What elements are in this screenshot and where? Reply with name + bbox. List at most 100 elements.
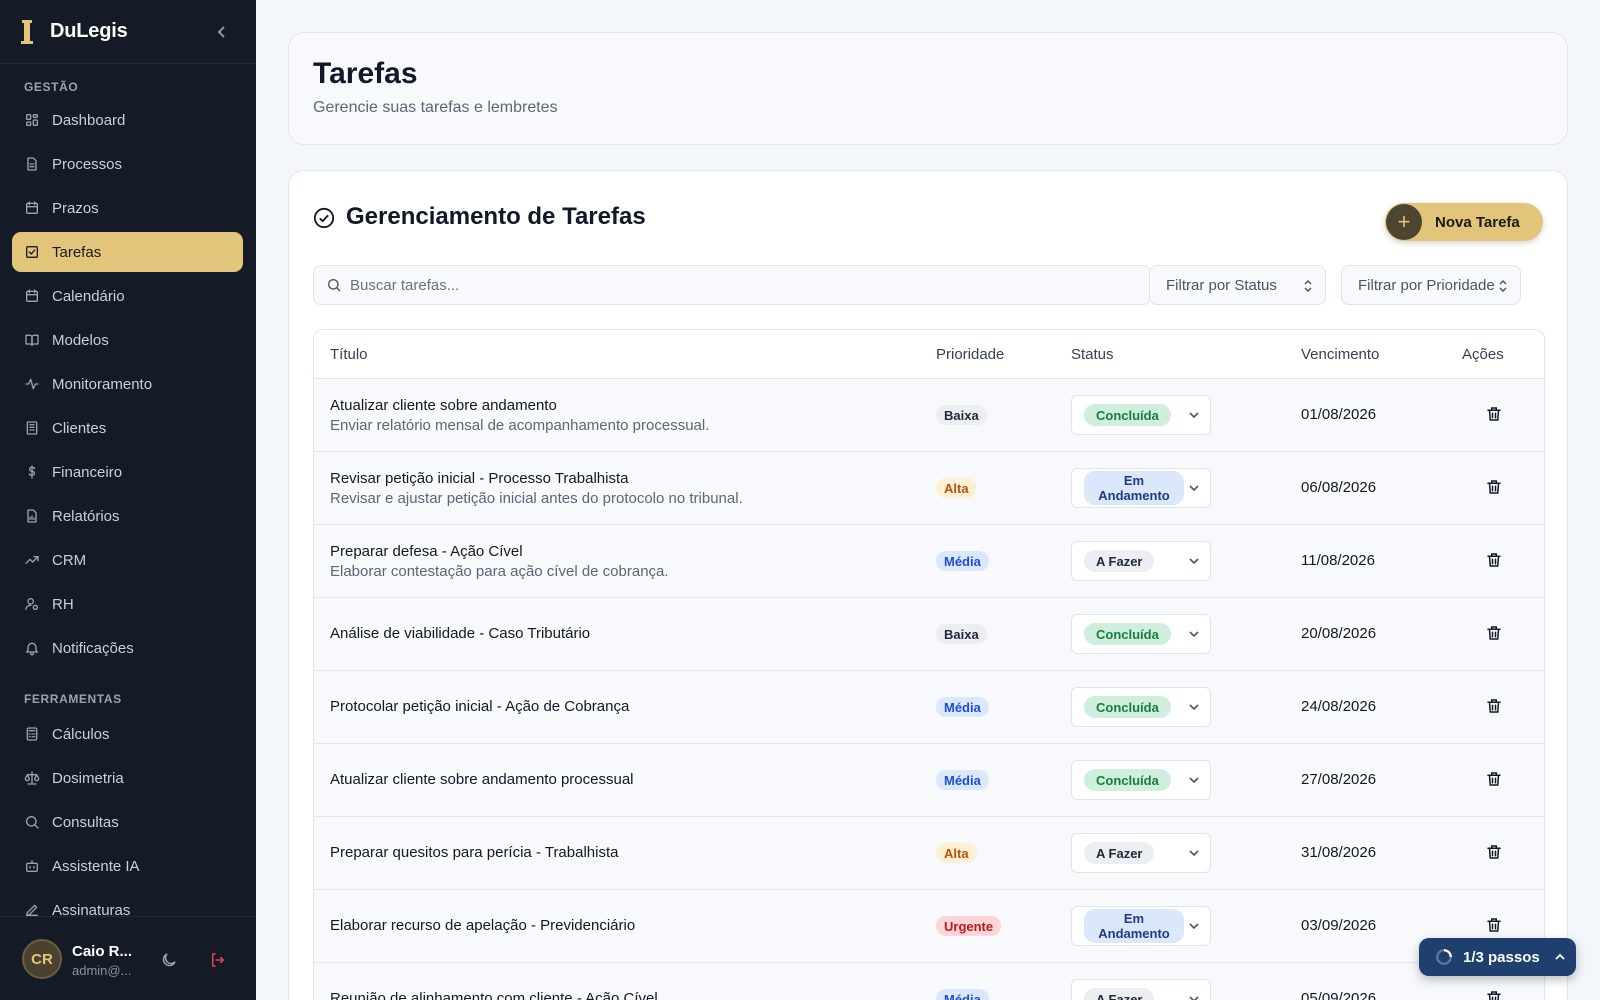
onboarding-progress-button[interactable]: 1/3 passos [1419,938,1576,976]
status-select[interactable]: Concluída [1071,687,1211,727]
table-row[interactable]: Análise de viabilidade - Caso Tributário… [314,598,1544,671]
table-row[interactable]: Atualizar cliente sobre andamento Enviar … [314,379,1544,452]
column-header-due[interactable]: Vencimento [1301,346,1379,363]
avatar[interactable]: CR [22,939,62,979]
dollar-icon [28,465,36,479]
search-icon [24,814,40,830]
sidebar-item-dashboard[interactable]: Dashboard [12,100,243,140]
chevron-down-icon [1189,412,1199,419]
table-row[interactable]: Atualizar cliente sobre andamento proces… [314,744,1544,817]
column-header-priority[interactable]: Prioridade [936,346,1004,363]
task-title: Elaborar recurso de apelação - Previdenc… [330,917,636,934]
sidebar-item-calculos[interactable]: Cálculos [12,714,243,754]
plus-icon: + [1386,204,1422,240]
new-task-button[interactable]: + Nova Tarefa [1385,203,1543,241]
due-date: 05/09/2026 [1301,990,1377,1000]
status-badge: Concluída [1084,623,1171,645]
trash-icon[interactable] [1485,770,1503,788]
sidebar-item-notificacoes[interactable]: Notificações [12,628,243,668]
trending-up-icon [25,556,39,564]
priority-badge: Baixa [936,405,987,425]
trash-icon[interactable] [1485,405,1503,423]
trash-icon[interactable] [1485,843,1503,861]
file-icon [24,156,40,172]
task-title: Atualizar cliente sobre andamento proces… [330,771,634,788]
user-cog-icon [25,598,38,610]
book-icon [25,334,39,346]
sidebar-item-modelos[interactable]: Modelos [12,320,243,360]
sidebar-item-relatorios[interactable]: Relatórios [12,496,243,536]
check-square-icon [26,246,38,258]
sidebar-item-tarefas[interactable]: Tarefas [12,232,243,272]
sidebar-item-clientes[interactable]: Clientes [12,408,243,448]
dashboard-icon [25,114,38,126]
status-select[interactable]: Em Andamento [1071,906,1211,946]
trash-icon[interactable] [1485,989,1503,1000]
due-date: 24/08/2026 [1301,698,1377,715]
page-title: Tarefas [313,57,418,90]
chevron-down-icon [1189,631,1199,638]
collapse-sidebar-button[interactable] [212,22,232,42]
trash-icon[interactable] [1485,551,1503,569]
table-row[interactable]: Protocolar petição inicial - Ação de Cob… [314,671,1544,744]
status-select[interactable]: Concluída [1071,614,1211,654]
sidebar-item-processos[interactable]: Processos [12,144,243,184]
building-icon [26,421,38,435]
search-icon [26,816,39,829]
chevron-down-icon [1189,850,1199,857]
sidebar-item-monitoramento[interactable]: Monitoramento [12,364,243,404]
column-header-title[interactable]: Título [330,346,368,363]
status-select[interactable]: Em Andamento [1071,468,1211,508]
sidebar-item-dosimetria[interactable]: Dosimetria [12,758,243,798]
status-select[interactable]: A Fazer [1071,979,1211,1000]
sidebar-item-label: Dashboard [52,111,126,129]
task-title: Protocolar petição inicial - Ação de Cob… [330,698,630,715]
status-select[interactable]: Concluída [1071,760,1211,800]
column-header-status[interactable]: Status [1071,346,1114,363]
priority-badge: Média [936,989,989,1000]
page-subtitle: Gerencie suas tarefas e lembretes [313,99,558,116]
trash-icon[interactable] [1485,624,1503,642]
logout-button[interactable] [209,951,229,971]
chevron-down-icon [1189,923,1199,930]
trash-icon[interactable] [1485,478,1503,496]
logo-icon [21,19,33,44]
bot-icon [24,858,40,874]
status-filter-select[interactable]: Filtrar por Status [1149,265,1326,305]
chevron-down-icon [1189,704,1199,711]
chevron-down-icon [1189,485,1199,492]
table-row[interactable]: Revisar petição inicial - Processo Traba… [314,452,1544,525]
table-row[interactable]: Reunião de alinhamento com cliente - Açã… [314,963,1544,1000]
progress-label: 1/3 passos [1463,948,1540,966]
sidebar-item-label: Financeiro [52,463,123,481]
task-description: Revisar e ajustar petição inicial antes … [330,490,743,507]
due-date: 31/08/2026 [1301,844,1377,861]
report-icon [24,508,40,524]
priority-filter-label: Filtrar por Prioridade [1358,276,1495,294]
scale-icon [24,771,40,785]
new-task-label: Nova Tarefa [1435,213,1520,231]
sidebar-item-crm[interactable]: CRM [12,540,243,580]
sidebar-item-consultas[interactable]: Consultas [12,802,243,842]
sidebar-item-assistente-ia[interactable]: Assistente IA [12,846,243,886]
table-row[interactable]: Elaborar recurso de apelação - Previdenc… [314,890,1544,963]
sidebar-item-financeiro[interactable]: Financeiro [12,452,243,492]
status-select[interactable]: Concluída [1071,395,1211,435]
sidebar-item-calendario[interactable]: Calendário [12,276,243,316]
brand-name: DuLegis [50,20,128,42]
sidebar-item-label: Dosimetria [52,769,124,787]
theme-toggle-button[interactable] [160,951,180,971]
search-input[interactable] [350,276,1130,294]
status-select[interactable]: A Fazer [1071,541,1211,581]
trash-icon[interactable] [1485,916,1503,934]
status-badge: A Fazer [1084,988,1155,1000]
table-row[interactable]: Preparar quesitos para perícia - Trabalh… [314,817,1544,890]
trending-up-icon [24,552,40,568]
trash-icon[interactable] [1485,697,1503,715]
table-row[interactable]: Preparar defesa - Ação Cível Elaborar con… [314,525,1544,598]
status-select[interactable]: A Fazer [1071,833,1211,873]
priority-filter-select[interactable]: Filtrar por Prioridade [1341,265,1521,305]
loader-icon [1436,949,1452,965]
sidebar-item-prazos[interactable]: Prazos [12,188,243,228]
sidebar-item-rh[interactable]: RH [12,584,243,624]
